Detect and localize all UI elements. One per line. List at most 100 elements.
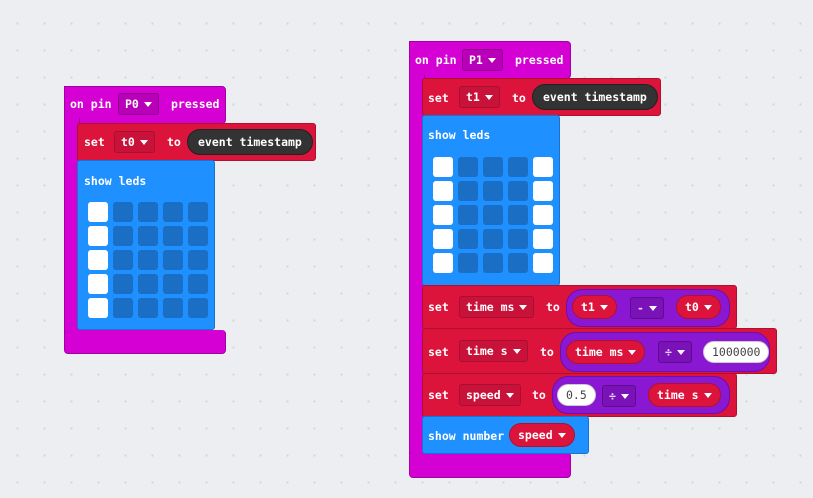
led-cell[interactable] [188,250,208,270]
led-grid [88,202,210,318]
time-ms-reporter[interactable]: time ms [566,340,646,364]
chevron-down-icon [648,306,657,311]
variable-name: time ms [466,300,515,314]
led-cell[interactable] [533,229,553,249]
led-cell[interactable] [533,181,553,201]
operator-dropdown[interactable]: ÷ [658,341,692,363]
led-cell[interactable] [113,226,133,246]
operator-dropdown[interactable]: ÷ [602,385,636,407]
led-cell[interactable] [163,202,183,222]
led-cell[interactable] [433,205,453,225]
variable-name: speed [466,388,501,402]
led-cell[interactable] [188,274,208,294]
t1-reporter[interactable]: t1 [572,295,617,319]
pin-dropdown[interactable]: P1 [462,49,503,71]
led-cell[interactable] [483,205,503,225]
led-cell[interactable] [433,157,453,177]
chevron-down-icon [505,393,514,398]
led-cell[interactable] [433,229,453,249]
variable-dropdown-time-ms[interactable]: time ms [459,296,535,318]
led-cell[interactable] [458,253,478,273]
hat-prefix: on pin [415,53,457,67]
led-cell[interactable] [88,298,108,318]
set-label: set [428,388,449,402]
led-cell[interactable] [163,250,183,270]
time-s-reporter[interactable]: time s [648,383,721,407]
led-cell[interactable] [483,157,503,177]
led-cell[interactable] [113,274,133,294]
chevron-down-icon [512,349,521,354]
chevron-down-icon [703,393,712,398]
led-cell[interactable] [138,298,158,318]
led-cell[interactable] [458,181,478,201]
chevron-down-icon [484,95,493,100]
led-cell[interactable] [188,202,208,222]
led-cell[interactable] [508,181,528,201]
led-cell[interactable] [88,202,108,222]
led-cell[interactable] [433,253,453,273]
variable-name: t1 [581,300,595,314]
variable-name: t0 [685,300,699,314]
event-timestamp-reporter[interactable]: event timestamp [187,129,313,155]
show-leds-label: show leds [428,128,491,142]
led-cell[interactable] [483,253,503,273]
led-cell[interactable] [483,229,503,249]
t0-reporter[interactable]: t0 [676,295,721,319]
variable-dropdown-speed[interactable]: speed [459,384,521,406]
led-cell[interactable] [138,202,158,222]
led-cell[interactable] [458,229,478,249]
number-input[interactable]: 0.5 [557,384,596,406]
to-label: to [512,91,526,105]
speed-reporter[interactable]: speed [509,423,575,447]
led-cell[interactable] [508,157,528,177]
led-cell[interactable] [458,205,478,225]
to-label: to [167,135,181,149]
pin-dropdown[interactable]: P0 [118,93,159,115]
led-cell[interactable] [138,274,158,294]
led-cell[interactable] [163,226,183,246]
led-cell[interactable] [508,253,528,273]
led-cell[interactable] [483,181,503,201]
led-cell[interactable] [458,157,478,177]
led-cell[interactable] [88,274,108,294]
operator-dropdown[interactable]: - [630,297,664,319]
hat-frame-bottom [64,330,226,354]
variable-name: speed [518,428,553,442]
led-cell[interactable] [533,253,553,273]
chevron-down-icon [139,140,148,145]
hat-frame-bottom [409,452,571,478]
led-cell[interactable] [113,250,133,270]
led-cell[interactable] [138,226,158,246]
led-cell[interactable] [163,274,183,294]
led-cell[interactable] [163,298,183,318]
led-cell[interactable] [188,226,208,246]
show-number-label: show number [428,429,505,443]
pin-value: P0 [125,97,139,111]
led-cell[interactable] [113,298,133,318]
variable-dropdown-time-s[interactable]: time s [459,340,528,362]
led-cell[interactable] [508,229,528,249]
pin-value: P1 [469,53,483,67]
led-cell[interactable] [533,205,553,225]
number-input[interactable]: 1000000 [703,341,770,363]
led-cell[interactable] [188,298,208,318]
event-timestamp-reporter[interactable]: event timestamp [532,84,658,110]
variable-dropdown-t0[interactable]: t0 [114,131,155,153]
led-cell[interactable] [508,205,528,225]
led-cell[interactable] [113,202,133,222]
led-cell[interactable] [433,181,453,201]
hat-suffix: pressed [515,53,564,67]
variable-dropdown-t1[interactable]: t1 [459,86,500,108]
set-label: set [428,345,449,359]
led-cell[interactable] [138,250,158,270]
chevron-down-icon [620,394,629,399]
led-cell[interactable] [533,157,553,177]
led-cell[interactable] [88,226,108,246]
to-label: to [546,300,560,314]
variable-name: time s [466,344,508,358]
hat-prefix: on pin [70,97,112,111]
led-cell[interactable] [88,250,108,270]
chevron-down-icon [557,433,566,438]
operator-symbol: ÷ [609,389,616,403]
variable-name: t1 [466,90,480,104]
